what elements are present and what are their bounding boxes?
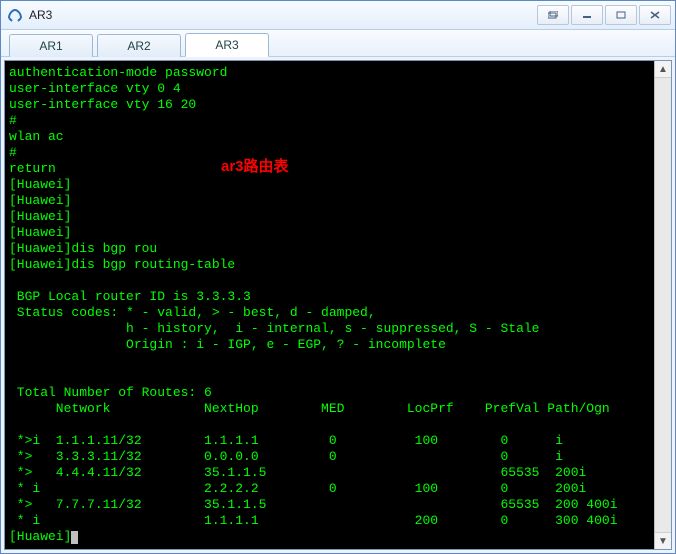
- terminal-cursor: [71, 531, 78, 544]
- app-window: AR3 AR1 AR2 AR3 authentication-mode pass…: [0, 0, 676, 554]
- tab-ar1[interactable]: AR1: [9, 34, 93, 57]
- scroll-down-arrow[interactable]: ▼: [655, 532, 671, 549]
- scroll-thumb[interactable]: [655, 78, 671, 532]
- window-controls: [535, 5, 671, 25]
- restore-button[interactable]: [537, 5, 569, 25]
- app-icon: [7, 7, 23, 23]
- minimize-button[interactable]: [571, 5, 603, 25]
- titlebar[interactable]: AR3: [1, 1, 675, 30]
- scroll-up-arrow[interactable]: ▲: [655, 61, 671, 78]
- close-button[interactable]: [639, 5, 671, 25]
- tabstrip: AR1 AR2 AR3: [1, 30, 675, 57]
- tab-ar2[interactable]: AR2: [97, 34, 181, 57]
- tab-ar3[interactable]: AR3: [185, 33, 269, 57]
- terminal-output[interactable]: authentication-mode password user-interf…: [5, 61, 654, 549]
- window-title: AR3: [29, 8, 535, 22]
- terminal-scrollbar[interactable]: ▲ ▼: [654, 61, 671, 549]
- terminal-panel: authentication-mode password user-interf…: [4, 60, 672, 550]
- maximize-button[interactable]: [605, 5, 637, 25]
